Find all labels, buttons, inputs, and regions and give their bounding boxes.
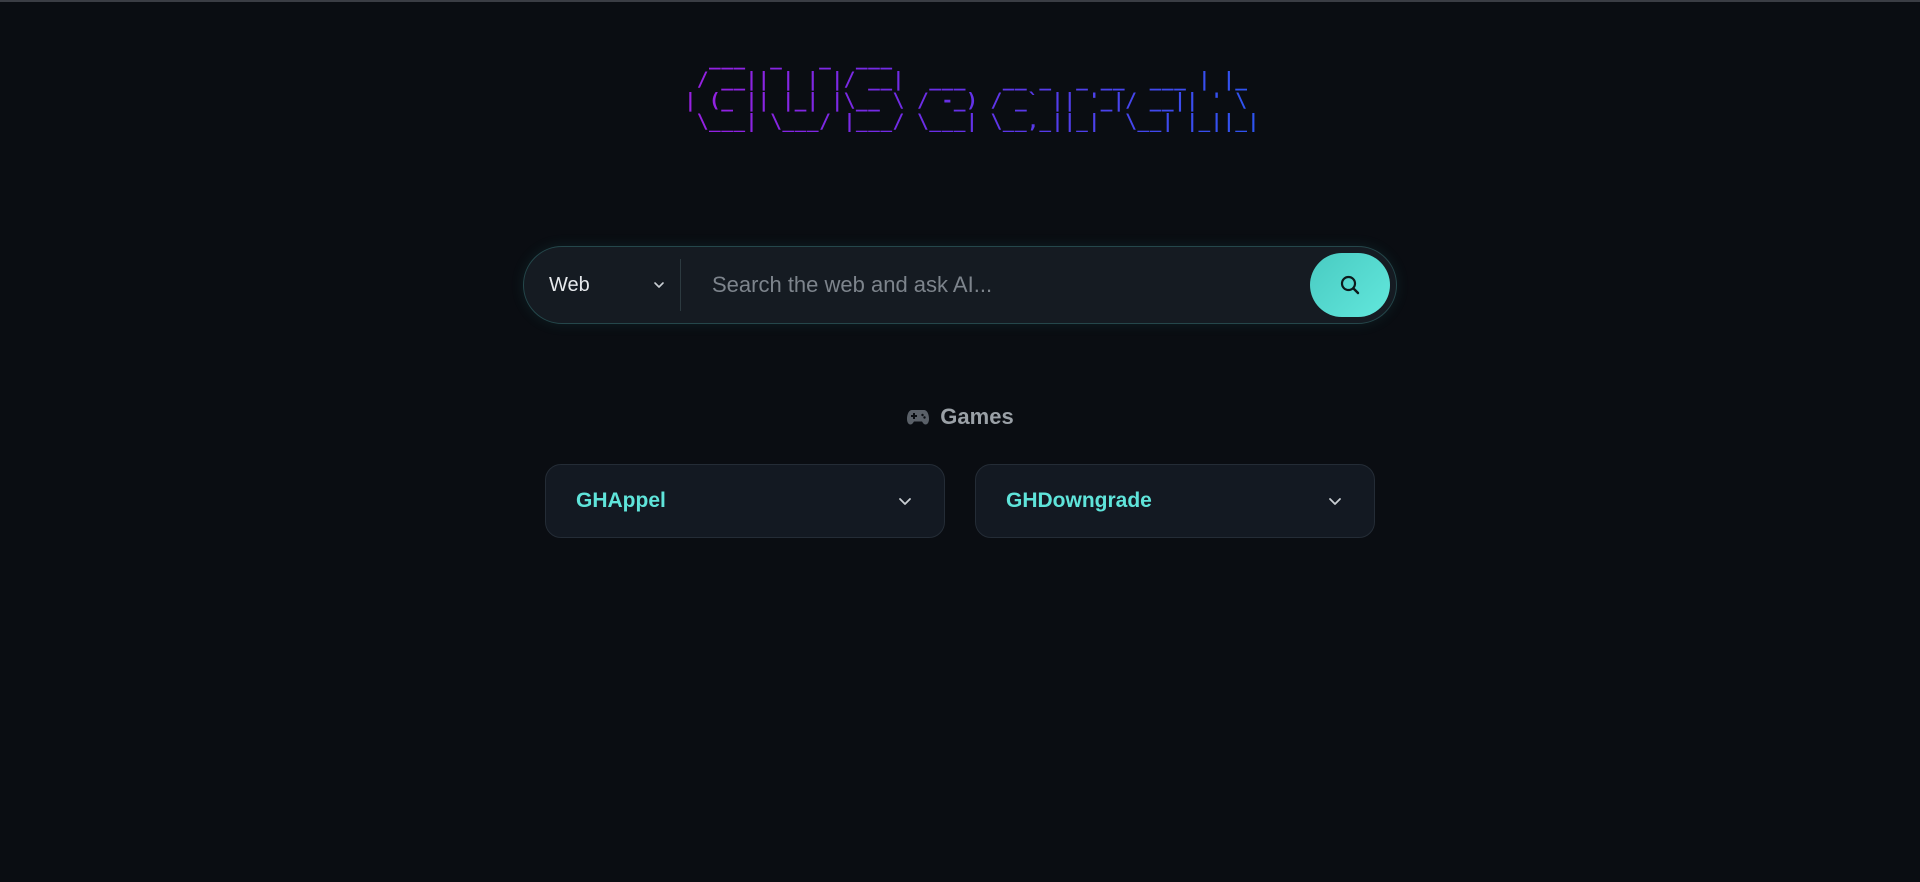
logo-container: ___ _ _ ___ / __|| | | |/ __| ___ __ _ _… (0, 48, 1920, 132)
game-card-ghdowngrade[interactable]: GHDowngrade (975, 464, 1375, 538)
chevron-down-icon (654, 282, 664, 288)
search-mode-select[interactable]: Web (524, 247, 680, 323)
ascii-logo: ___ _ _ ___ / __|| | | |/ __| ___ __ _ _… (672, 48, 1260, 132)
game-card-title: GHDowngrade (1006, 489, 1152, 512)
search-button[interactable] (1310, 253, 1390, 317)
search-mode-label: Web (549, 273, 590, 296)
chevron-down-icon (1329, 498, 1341, 505)
game-card-title: GHAppel (576, 489, 666, 512)
window-top-border (0, 0, 1920, 2)
search-input[interactable] (681, 246, 1310, 324)
search-icon (1340, 275, 1360, 295)
games-section-header: Games (0, 404, 1920, 430)
chevron-down-icon (899, 498, 911, 505)
games-section-title: Games (940, 404, 1014, 429)
game-card-ghappel[interactable]: GHAppel (545, 464, 945, 538)
gamepad-icon (907, 410, 930, 425)
search-bar: Web (523, 246, 1397, 324)
